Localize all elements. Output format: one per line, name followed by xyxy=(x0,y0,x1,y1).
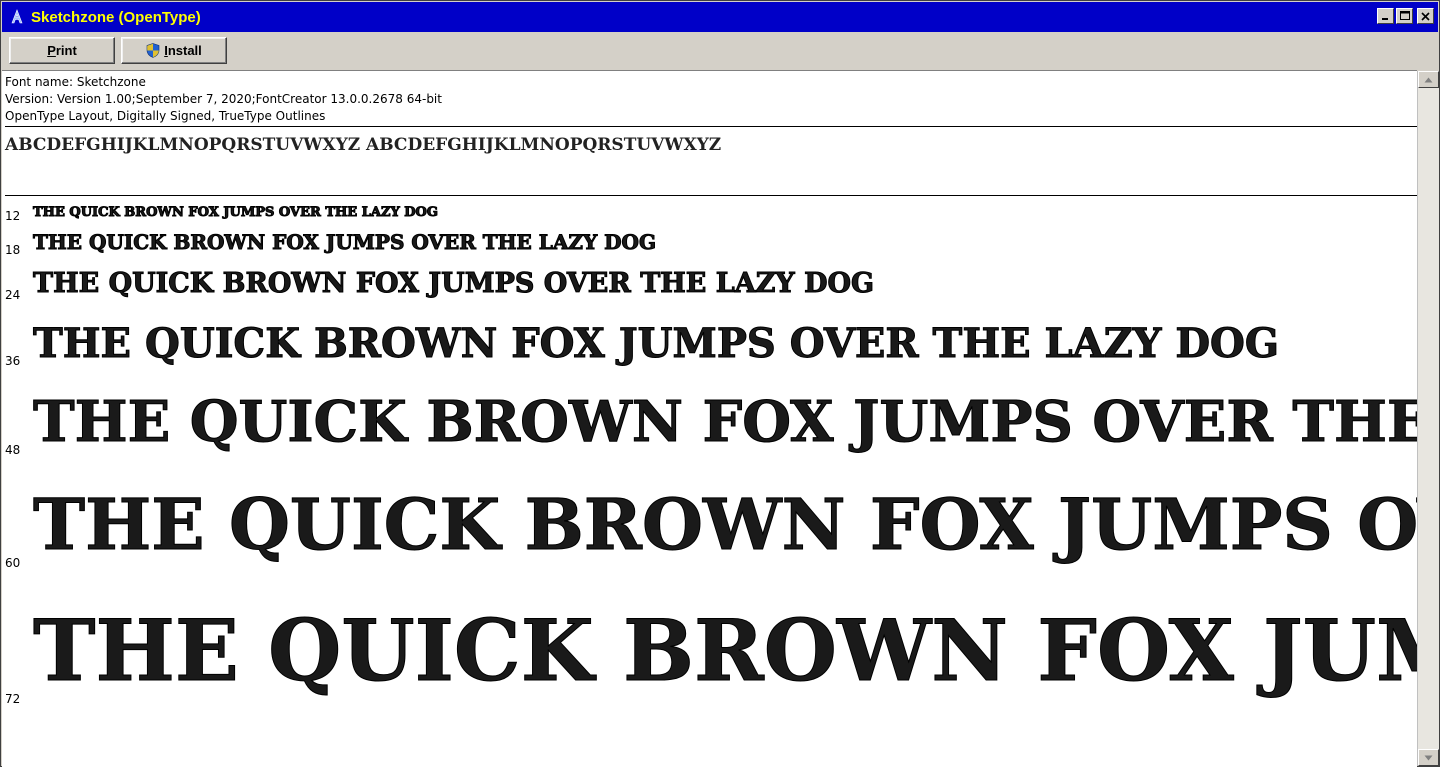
size-label-36: 36 xyxy=(5,354,21,368)
font-viewer-window: Sketchzone (OpenType) Print Install Font… xyxy=(0,0,1440,767)
sample-line-12: THE QUICK BROWN FOX JUMPS OVER THE LAZY … xyxy=(33,205,439,221)
window-title: Sketchzone (OpenType) xyxy=(31,8,201,26)
install-button[interactable]: Install xyxy=(121,37,227,64)
sample-line-24: THE QUICK BROWN FOX JUMPS OVER THE LAZY … xyxy=(32,268,875,300)
maximize-button[interactable] xyxy=(1396,8,1413,24)
size-label-72: 72 xyxy=(5,692,21,706)
window-controls xyxy=(1377,8,1434,24)
close-button[interactable] xyxy=(1417,8,1434,24)
divider xyxy=(5,126,1417,127)
print-accel: P xyxy=(47,43,56,58)
minimize-button[interactable] xyxy=(1377,8,1394,24)
uac-shield-icon xyxy=(146,43,160,58)
arrow-down-icon xyxy=(1424,755,1433,760)
sample-line-72: THE QUICK BROWN FOX JUMPS OVE xyxy=(32,601,1417,701)
minimize-icon xyxy=(1382,17,1388,20)
sample-line-36: THE QUICK BROWN FOX JUMPS OVER THE LAZY … xyxy=(32,320,1280,368)
font-preview-pane: Font name: Sketchzone Version: Version 1… xyxy=(2,70,1417,767)
arrow-up-icon xyxy=(1424,77,1433,82)
scroll-down-button[interactable] xyxy=(1418,749,1439,766)
font-info: Font name: Sketchzone Version: Version 1… xyxy=(5,74,442,125)
alphabet-sample: ABCDEFGHIJKLMNOPQRSTUVWXYZ ABCDEFGHIJKLM… xyxy=(5,135,722,155)
toolbar: Print Install xyxy=(2,32,1438,68)
size-label-60: 60 xyxy=(5,556,21,570)
sample-line-18: THE QUICK BROWN FOX JUMPS OVER THE LAZY … xyxy=(32,230,657,255)
font-features-line: OpenType Layout, Digitally Signed, TrueT… xyxy=(5,109,326,123)
vertical-scrollbar[interactable] xyxy=(1417,71,1439,766)
print-label: rint xyxy=(55,43,77,58)
font-version-line: Version: Version 1.00;September 7, 2020;… xyxy=(5,92,442,106)
font-viewer-app-icon[interactable] xyxy=(9,9,25,25)
size-label-18: 18 xyxy=(5,243,21,257)
close-icon xyxy=(1421,11,1430,21)
font-name-line: Font name: Sketchzone xyxy=(5,75,146,89)
size-label-12: 12 xyxy=(5,209,21,223)
sample-line-60: THE QUICK BROWN FOX JUMPS OVER THE xyxy=(33,483,1417,567)
title-bar[interactable]: Sketchzone (OpenType) xyxy=(2,2,1438,32)
install-label: nstall xyxy=(167,43,202,58)
divider xyxy=(5,195,1417,196)
scroll-up-button[interactable] xyxy=(1418,71,1439,88)
sample-line-48: THE QUICK BROWN FOX JUMPS OVER THE LAZY … xyxy=(32,389,1417,456)
size-label-24: 24 xyxy=(5,288,21,302)
print-button[interactable]: Print xyxy=(9,37,115,64)
size-label-48: 48 xyxy=(5,443,21,457)
maximize-icon xyxy=(1399,11,1410,20)
